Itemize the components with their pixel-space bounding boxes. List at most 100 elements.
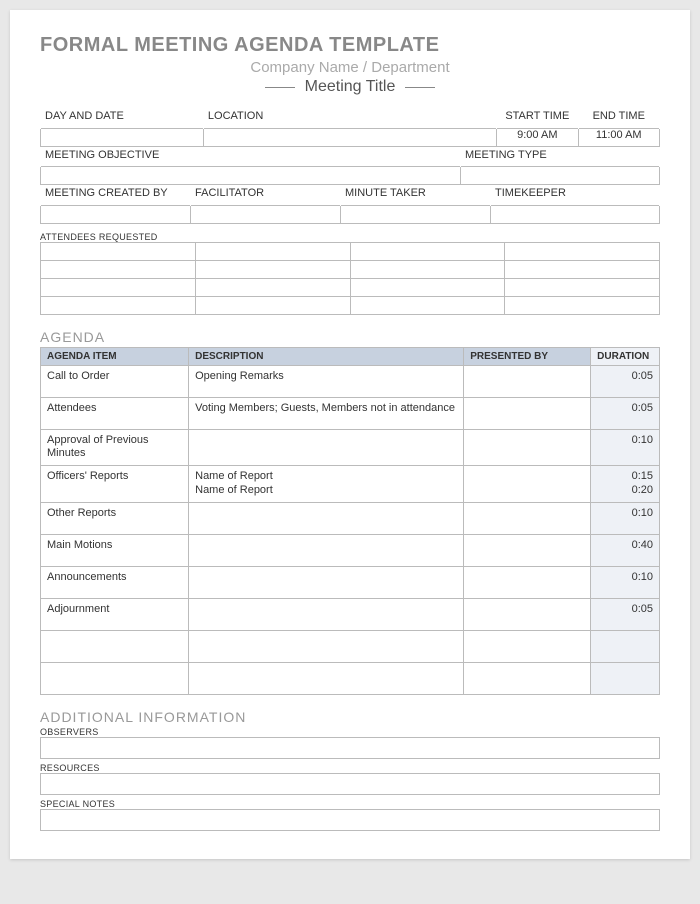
row-date-location-time: DAY AND DATE LOCATION START TIME END TIM…: [40, 110, 660, 147]
agenda-desc-cell[interactable]: Voting Members; Guests, Members not in a…: [189, 397, 464, 429]
agenda-presented-cell[interactable]: [464, 365, 591, 397]
agenda-duration-cell[interactable]: 0:05: [591, 598, 660, 630]
label-end-time: END TIME: [578, 110, 659, 128]
agenda-item-cell[interactable]: Call to Order: [41, 365, 189, 397]
input-created-by[interactable]: [41, 205, 191, 223]
agenda-duration-cell[interactable]: [591, 630, 660, 662]
table-row: [41, 630, 660, 662]
agenda-presented-cell[interactable]: [464, 598, 591, 630]
label-observers: OBSERVERS: [40, 727, 660, 737]
input-special-notes[interactable]: [40, 809, 660, 831]
input-observers[interactable]: [40, 737, 660, 759]
table-row: Call to OrderOpening Remarks 0:05: [41, 365, 660, 397]
agenda-presented-cell[interactable]: [464, 534, 591, 566]
th-description: DESCRIPTION: [189, 347, 464, 365]
agenda-desc-cell[interactable]: [189, 566, 464, 598]
agenda-duration-cell[interactable]: 0:40: [591, 534, 660, 566]
agenda-duration-cell[interactable]: 0:150:20: [591, 466, 660, 503]
attendee-cell[interactable]: [350, 278, 505, 296]
agenda-desc-cell[interactable]: [189, 598, 464, 630]
agenda-item-cell[interactable]: [41, 630, 189, 662]
table-row: Adjournment 0:05: [41, 598, 660, 630]
table-row: Announcements 0:10: [41, 566, 660, 598]
agenda-item-cell[interactable]: [41, 662, 189, 694]
agenda-desc-cell[interactable]: [189, 630, 464, 662]
special-notes-field: SPECIAL NOTES: [40, 799, 660, 831]
input-minute-taker[interactable]: [341, 205, 491, 223]
table-row: Officers' ReportsName of ReportName of R…: [41, 466, 660, 503]
agenda-desc-cell[interactable]: [189, 502, 464, 534]
input-facilitator[interactable]: [191, 205, 341, 223]
agenda-presented-cell[interactable]: [464, 502, 591, 534]
input-type[interactable]: [461, 167, 660, 185]
agenda-table: AGENDA ITEM DESCRIPTION PRESENTED BY DUR…: [40, 347, 660, 695]
attendee-cell[interactable]: [195, 278, 350, 296]
attendee-cell[interactable]: [41, 242, 196, 260]
input-day-date[interactable]: [41, 128, 204, 146]
attendee-cell[interactable]: [505, 242, 660, 260]
agenda-presented-cell[interactable]: [464, 662, 591, 694]
agenda-desc-cell[interactable]: [189, 662, 464, 694]
dash-left-icon: [265, 87, 295, 88]
attendee-cell[interactable]: [41, 278, 196, 296]
attendee-cell[interactable]: [41, 296, 196, 314]
agenda-presented-cell[interactable]: [464, 429, 591, 466]
agenda-duration-cell[interactable]: [591, 662, 660, 694]
agenda-presented-cell[interactable]: [464, 630, 591, 662]
agenda-duration-cell[interactable]: 0:10: [591, 566, 660, 598]
resources-field: RESOURCES: [40, 763, 660, 795]
input-end-time[interactable]: 11:00 AM: [578, 128, 659, 146]
meeting-title: Meeting Title: [305, 78, 396, 96]
agenda-item-cell[interactable]: Officers' Reports: [41, 466, 189, 503]
label-facilitator: FACILITATOR: [191, 187, 341, 205]
attendee-cell[interactable]: [505, 278, 660, 296]
attendee-cell[interactable]: [505, 296, 660, 314]
label-special-notes: SPECIAL NOTES: [40, 799, 660, 809]
attendee-cell[interactable]: [505, 260, 660, 278]
label-location: LOCATION: [203, 110, 496, 128]
input-location[interactable]: [203, 128, 496, 146]
agenda-heading: AGENDA: [40, 329, 660, 345]
agenda-item-cell[interactable]: Announcements: [41, 566, 189, 598]
attendee-cell[interactable]: [350, 296, 505, 314]
agenda-duration-cell[interactable]: 0:10: [591, 429, 660, 466]
attendee-cell[interactable]: [41, 260, 196, 278]
agenda-item-cell[interactable]: Adjournment: [41, 598, 189, 630]
attendee-cell[interactable]: [195, 242, 350, 260]
attendee-cell[interactable]: [195, 260, 350, 278]
input-objective[interactable]: [41, 167, 461, 185]
input-resources[interactable]: [40, 773, 660, 795]
agenda-presented-cell[interactable]: [464, 397, 591, 429]
agenda-item-cell[interactable]: Other Reports: [41, 502, 189, 534]
agenda-desc-cell[interactable]: Opening Remarks: [189, 365, 464, 397]
attendee-cell[interactable]: [350, 242, 505, 260]
agenda-duration-cell[interactable]: 0:10: [591, 502, 660, 534]
table-row: AttendeesVoting Members; Guests, Members…: [41, 397, 660, 429]
agenda-desc-cell[interactable]: [189, 534, 464, 566]
th-presented-by: PRESENTED BY: [464, 347, 591, 365]
label-attendees: ATTENDEES REQUESTED: [40, 232, 660, 242]
table-row: Other Reports 0:10: [41, 502, 660, 534]
agenda-item-cell[interactable]: Attendees: [41, 397, 189, 429]
agenda-item-cell[interactable]: Main Motions: [41, 534, 189, 566]
input-timekeeper[interactable]: [491, 205, 660, 223]
input-start-time[interactable]: 9:00 AM: [497, 128, 578, 146]
attendee-cell[interactable]: [350, 260, 505, 278]
label-minute-taker: MINUTE TAKER: [341, 187, 491, 205]
table-row: Main Motions 0:40: [41, 534, 660, 566]
document-title: FORMAL MEETING AGENDA TEMPLATE: [40, 34, 660, 57]
agenda-presented-cell[interactable]: [464, 466, 591, 503]
agenda-desc-cell[interactable]: [189, 429, 464, 466]
company-department: Company Name / Department: [40, 59, 660, 76]
agenda-item-cell[interactable]: Approval of Previous Minutes: [41, 429, 189, 466]
attendees-grid: [40, 242, 660, 315]
label-resources: RESOURCES: [40, 763, 660, 773]
agenda-duration-cell[interactable]: 0:05: [591, 365, 660, 397]
attendee-cell[interactable]: [195, 296, 350, 314]
agenda-presented-cell[interactable]: [464, 566, 591, 598]
agenda-duration-cell[interactable]: 0:05: [591, 397, 660, 429]
agenda-desc-cell[interactable]: Name of ReportName of Report: [189, 466, 464, 503]
label-created-by: MEETING CREATED BY: [41, 187, 191, 205]
table-row: Approval of Previous Minutes 0:10: [41, 429, 660, 466]
th-duration: DURATION: [591, 347, 660, 365]
